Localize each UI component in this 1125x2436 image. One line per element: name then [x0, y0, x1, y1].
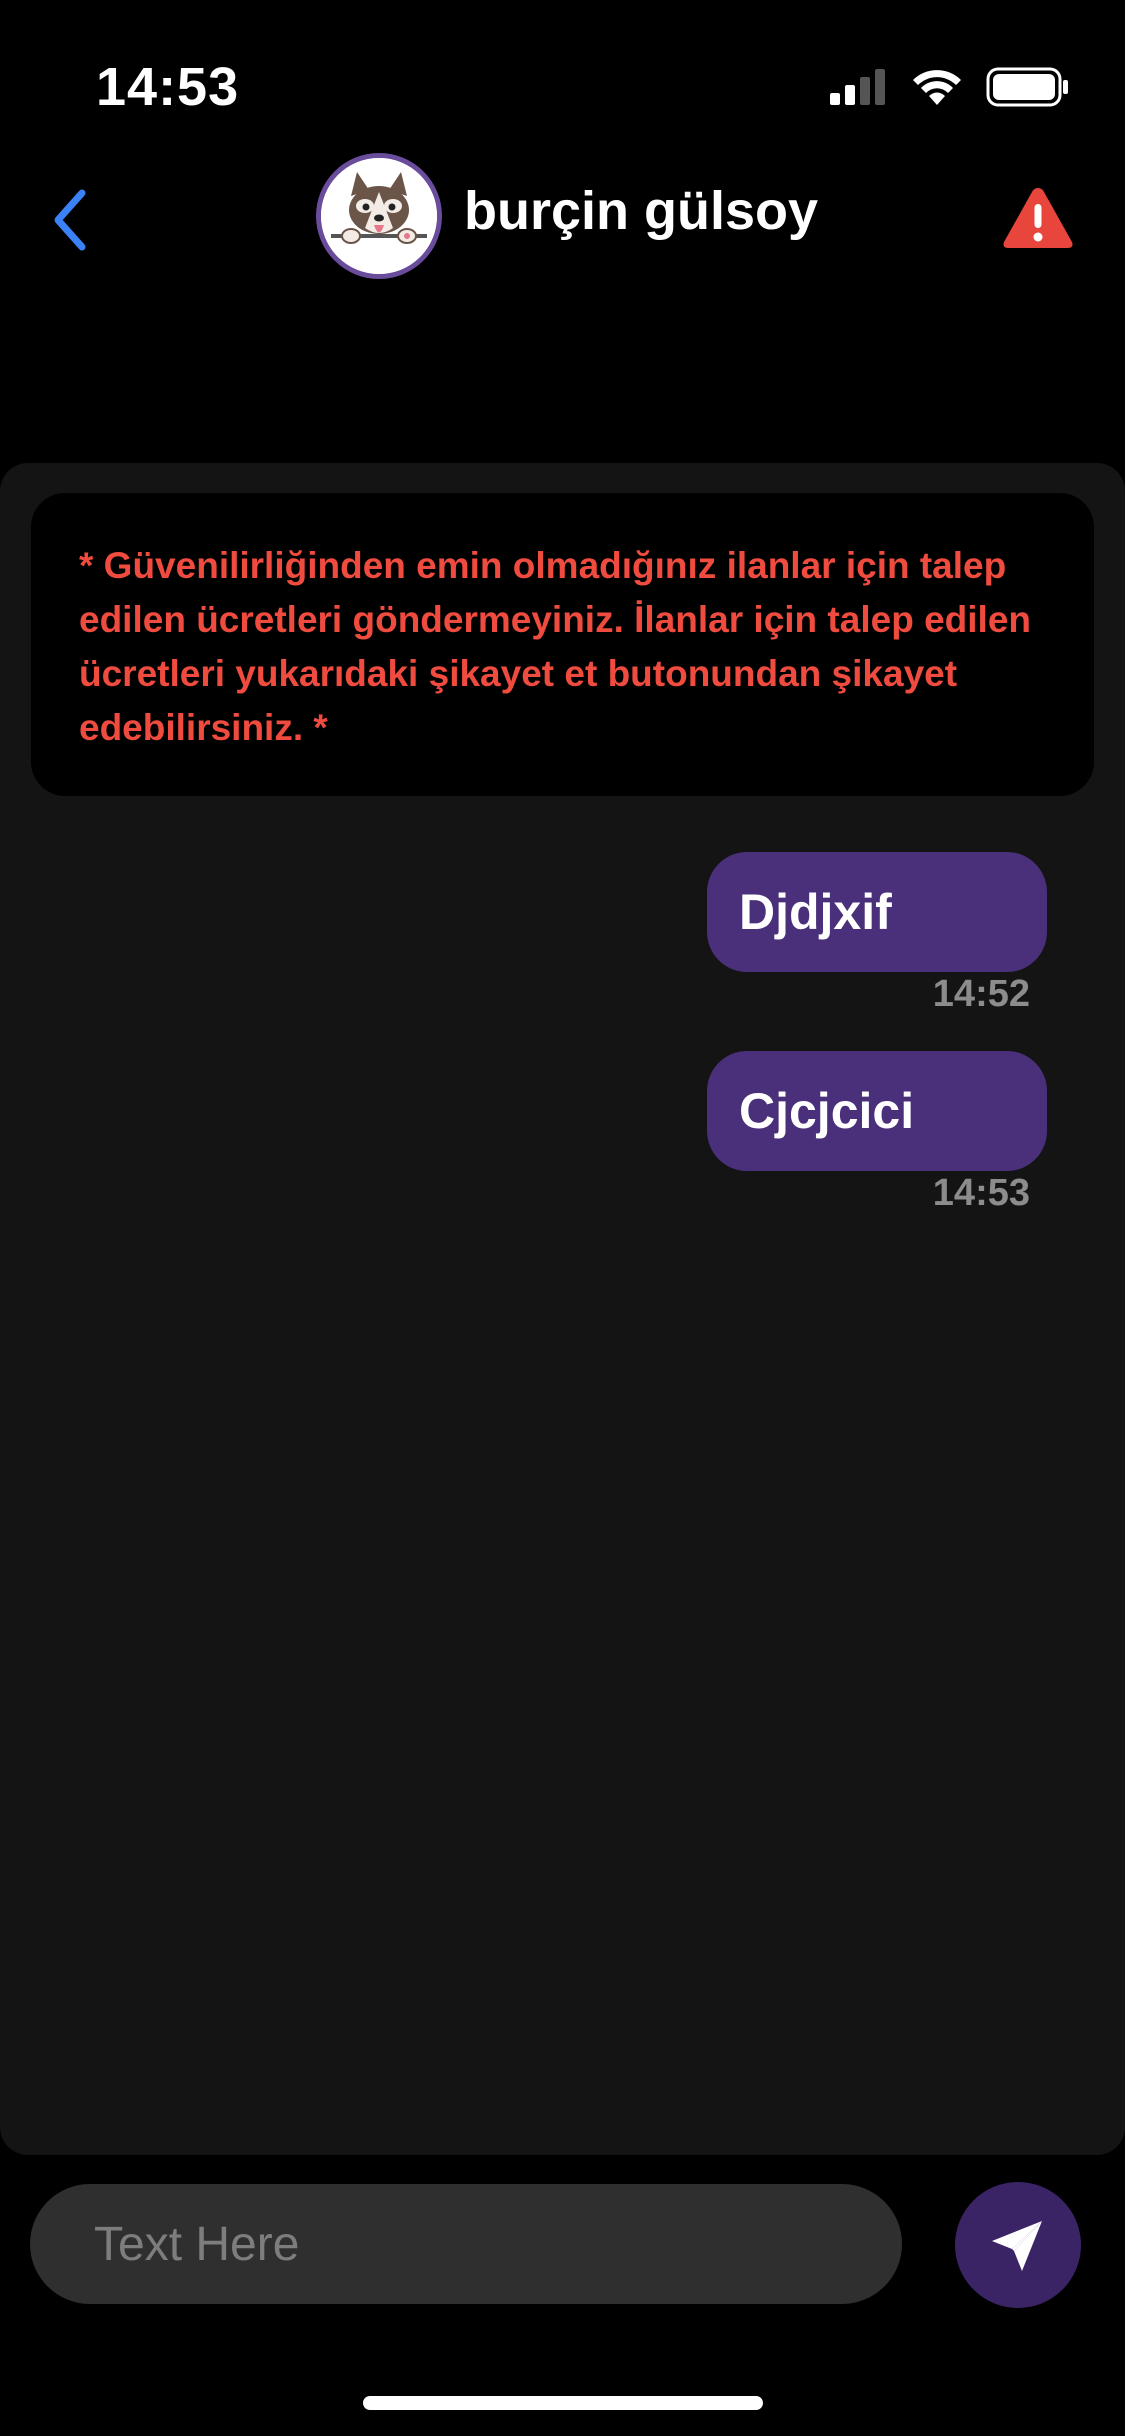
- battery-icon: [986, 67, 1068, 107]
- back-button[interactable]: [40, 180, 100, 260]
- message-time: 14:52: [932, 973, 1030, 1015]
- send-button[interactable]: [955, 2182, 1081, 2308]
- contact-name[interactable]: burçin gülsoy: [464, 180, 818, 242]
- message-time: 14:53: [932, 1172, 1030, 1214]
- message-text: Cjcjcici: [739, 1083, 915, 1139]
- status-bar: 14:53: [0, 0, 1125, 150]
- message-input[interactable]: [30, 2184, 902, 2304]
- report-button[interactable]: [1000, 184, 1076, 252]
- chevron-left-icon: [54, 189, 86, 251]
- chat-screen: 14:53 burçin gülsoy * Güvenilirliğinden …: [0, 0, 1125, 2436]
- message-text: Djdjxif: [739, 884, 892, 940]
- wifi-icon: [913, 70, 961, 105]
- paper-plane-icon: [992, 2221, 1042, 2271]
- home-indicator[interactable]: [363, 2396, 763, 2410]
- status-icons: [828, 62, 1070, 112]
- status-time: 14:53: [96, 57, 240, 117]
- avatar[interactable]: [316, 153, 442, 279]
- message-bubble[interactable]: Djdjxif: [707, 852, 1047, 972]
- safety-warning-text: * Güvenilirliğinden emin olmadığınız ila…: [79, 545, 1031, 748]
- message-bubble[interactable]: Cjcjcici: [707, 1051, 1047, 1171]
- husky-dog-avatar-icon: [321, 158, 437, 274]
- chat-header: burçin gülsoy: [0, 150, 1125, 285]
- chat-panel[interactable]: * Güvenilirliğinden emin olmadığınız ila…: [0, 463, 1125, 2155]
- cellular-signal-icon: [830, 69, 885, 105]
- warning-triangle-icon: [1003, 188, 1073, 248]
- safety-warning-box: * Güvenilirliğinden emin olmadığınız ila…: [31, 493, 1094, 796]
